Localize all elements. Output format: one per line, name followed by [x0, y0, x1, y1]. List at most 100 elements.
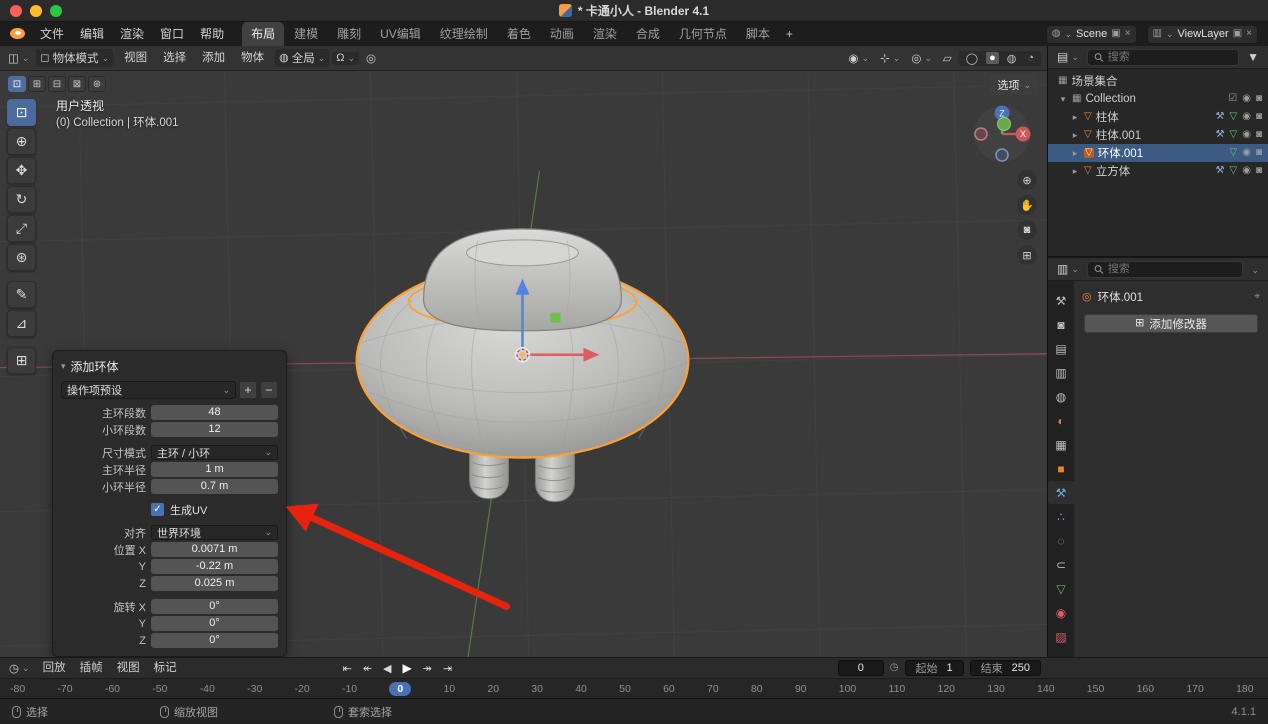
current-frame-indicator[interactable]: 0 [389, 682, 411, 696]
disable-in-render-icon[interactable]: ◙ [1256, 148, 1262, 158]
topbar-menu-4[interactable]: 帮助 [192, 22, 232, 46]
topbar-menu-3[interactable]: 窗口 [152, 22, 192, 46]
select-mode-button-4[interactable]: ⊛ [88, 76, 106, 92]
snap-selector[interactable]: Ω ⌄ [332, 52, 359, 65]
select-mode-button-3[interactable]: ⊠ [68, 76, 86, 92]
camera-view-button[interactable]: ◙ [1017, 220, 1037, 240]
jump-to-end-button[interactable]: ⇥ [438, 662, 457, 675]
workspace-tab-2[interactable]: 雕刻 [328, 22, 370, 46]
ruler-tick--80[interactable]: -80 [10, 683, 25, 695]
next-keyframe-button[interactable]: ↠ [418, 662, 437, 675]
operator-number-field[interactable]: 0° [151, 633, 278, 648]
transform-tool[interactable]: ⊛ [7, 244, 36, 271]
annotate-tool[interactable]: ✎ [7, 281, 36, 308]
operator-dropdown[interactable]: 主环 / 小环⌄ [151, 445, 278, 460]
outliner-search-input[interactable] [1108, 51, 1232, 63]
previous-keyframe-button[interactable]: ↞ [358, 662, 377, 675]
close-scene-button[interactable]: × [1125, 29, 1131, 39]
operator-number-field[interactable]: 1 m [151, 462, 278, 477]
visibility-dropdown[interactable]: ◉ ⌄ [845, 50, 874, 66]
shading-wireframe-button[interactable]: ◯ [963, 52, 981, 65]
shading-rendered-button[interactable]: ◔ [1024, 52, 1037, 64]
outliner-scene-collection[interactable]: ▦ 场景集合 [1048, 72, 1268, 90]
workspace-tab-10[interactable]: 脚本 [737, 22, 779, 46]
viewport-canvas[interactable]: ⊡⊞⊟⊠⊛ 选项 ⌄ 用户透视 (0) Collection | 环体.001 … [0, 71, 1047, 657]
xray-toggle[interactable]: ▱ [939, 50, 956, 66]
remove-viewlayer-button[interactable]: × [1246, 29, 1252, 39]
workspace-tab-6[interactable]: 动画 [541, 22, 583, 46]
viewlayer-selector[interactable]: ▥ ⌄ ViewLayer ▣ × [1147, 25, 1258, 44]
select-mode-button-0[interactable]: ⊡ [8, 76, 26, 92]
minimize-window-button[interactable] [30, 5, 42, 17]
outliner-item-0[interactable]: ▸▽柱体⚒▽◉◙ [1048, 108, 1268, 126]
physics-tab[interactable]: ◌ [1048, 529, 1074, 552]
editor-type-button[interactable]: ▥ ⌄ [1053, 261, 1083, 277]
ruler-tick-170[interactable]: 170 [1186, 683, 1204, 695]
ruler-tick-150[interactable]: 150 [1087, 683, 1105, 695]
editor-type-button[interactable]: ◫ ⌄ [4, 50, 33, 66]
hide-in-viewport-icon[interactable]: ◉ [1242, 94, 1251, 104]
outliner-item-3[interactable]: ▸▽立方体⚒▽◉◙ [1048, 162, 1268, 180]
fullscreen-window-button[interactable] [50, 5, 62, 17]
view-layer-tab[interactable]: ▥ [1048, 361, 1074, 384]
ruler-tick--10[interactable]: -10 [342, 683, 357, 695]
timeline-menu-1[interactable]: 插帧 [73, 658, 110, 678]
scene-tab[interactable]: ◍ [1048, 385, 1074, 408]
preset-dropdown[interactable]: 操作项预设 ⌄ [61, 381, 236, 399]
add-modifier-button[interactable]: ⊞ 添加修改器 [1084, 314, 1258, 333]
hide-in-viewport-icon[interactable]: ◉ [1242, 166, 1251, 176]
workspace-tab-3[interactable]: UV编辑 [371, 22, 430, 46]
axis-z-neg-dot[interactable] [996, 149, 1008, 161]
proportional-editing-toggle[interactable]: ◎ [362, 50, 380, 66]
object-constraints-tab[interactable]: ⊂ [1048, 553, 1074, 576]
ruler-tick-130[interactable]: 130 [987, 683, 1005, 695]
timeline-ruler[interactable]: -80-70-60-50-40-30-20-100102030405060708… [0, 678, 1268, 698]
operator-number-field[interactable]: 0.025 m [151, 576, 278, 591]
output-tab[interactable]: ▤ [1048, 337, 1074, 360]
gizmos-dropdown[interactable]: ⊹ ⌄ [876, 50, 904, 66]
viewport-menu-0[interactable]: 视图 [116, 46, 155, 70]
frame-start-field[interactable]: 起始 1 [905, 660, 964, 676]
outliner-search[interactable] [1087, 49, 1239, 66]
world-tab[interactable]: ◐ [1048, 409, 1074, 432]
jump-to-start-button[interactable]: ⇤ [338, 662, 357, 675]
expand-caret-icon[interactable]: ▸ [1070, 148, 1080, 159]
operator-number-field[interactable]: 0.0071 m [151, 542, 278, 557]
workspace-tab-9[interactable]: 几何节点 [670, 22, 736, 46]
topbar-menu-2[interactable]: 渲染 [112, 22, 152, 46]
ruler-tick-140[interactable]: 140 [1037, 683, 1055, 695]
add-cube-tool[interactable]: ⊞ [7, 347, 36, 374]
operator-panel-header[interactable]: ▾ 添加环体 [61, 357, 278, 381]
texture-tab[interactable]: ▨ [1048, 625, 1074, 648]
disable-in-render-icon[interactable]: ◙ [1256, 166, 1262, 176]
operator-number-field[interactable]: 48 [151, 405, 278, 420]
ruler-tick--60[interactable]: -60 [105, 683, 120, 695]
operator-number-field[interactable]: 0° [151, 599, 278, 614]
overlays-dropdown[interactable]: ◎ ⌄ [907, 50, 936, 66]
disable-in-render-icon[interactable]: ◙ [1256, 130, 1262, 140]
properties-search-input[interactable] [1108, 263, 1237, 275]
workspace-tab-8[interactable]: 合成 [627, 22, 669, 46]
timeline-menu-3[interactable]: 标记 [147, 658, 184, 678]
ruler-tick-100[interactable]: 100 [839, 683, 857, 695]
timeline-menu-0[interactable]: 回放 [36, 658, 73, 678]
transform-orientation-selector[interactable]: ◍ 全局 ⌄ [275, 49, 329, 67]
hide-in-viewport-icon[interactable]: ◉ [1242, 112, 1251, 122]
tool-tab[interactable]: ⚒ [1048, 289, 1074, 312]
navigation-gizmo[interactable]: Z X [972, 104, 1032, 164]
ruler-tick-50[interactable]: 50 [619, 683, 631, 695]
play-reverse-button[interactable]: ◀ [378, 662, 396, 675]
ruler-tick-40[interactable]: 40 [575, 683, 587, 695]
ruler-tick-70[interactable]: 70 [707, 683, 719, 695]
expand-caret-icon[interactable]: ▸ [1070, 130, 1080, 141]
outliner-collection[interactable]: ▾ ▦ Collection ☑ ◉ ◙ [1048, 90, 1268, 108]
play-button[interactable]: ▶ [398, 661, 417, 675]
properties-filter-button[interactable]: ⌄ [1247, 261, 1263, 277]
axis-y-dot[interactable] [998, 118, 1011, 131]
shading-solid-button[interactable]: ● [986, 52, 999, 64]
ruler-tick-180[interactable]: 180 [1236, 683, 1254, 695]
outliner-item-2[interactable]: ▸▽环体.001▽◉◙ [1048, 144, 1268, 162]
gizmo-y-handle[interactable] [550, 313, 560, 323]
workspace-tab-0[interactable]: 布局 [242, 22, 284, 46]
ruler-tick-10[interactable]: 10 [443, 683, 455, 695]
